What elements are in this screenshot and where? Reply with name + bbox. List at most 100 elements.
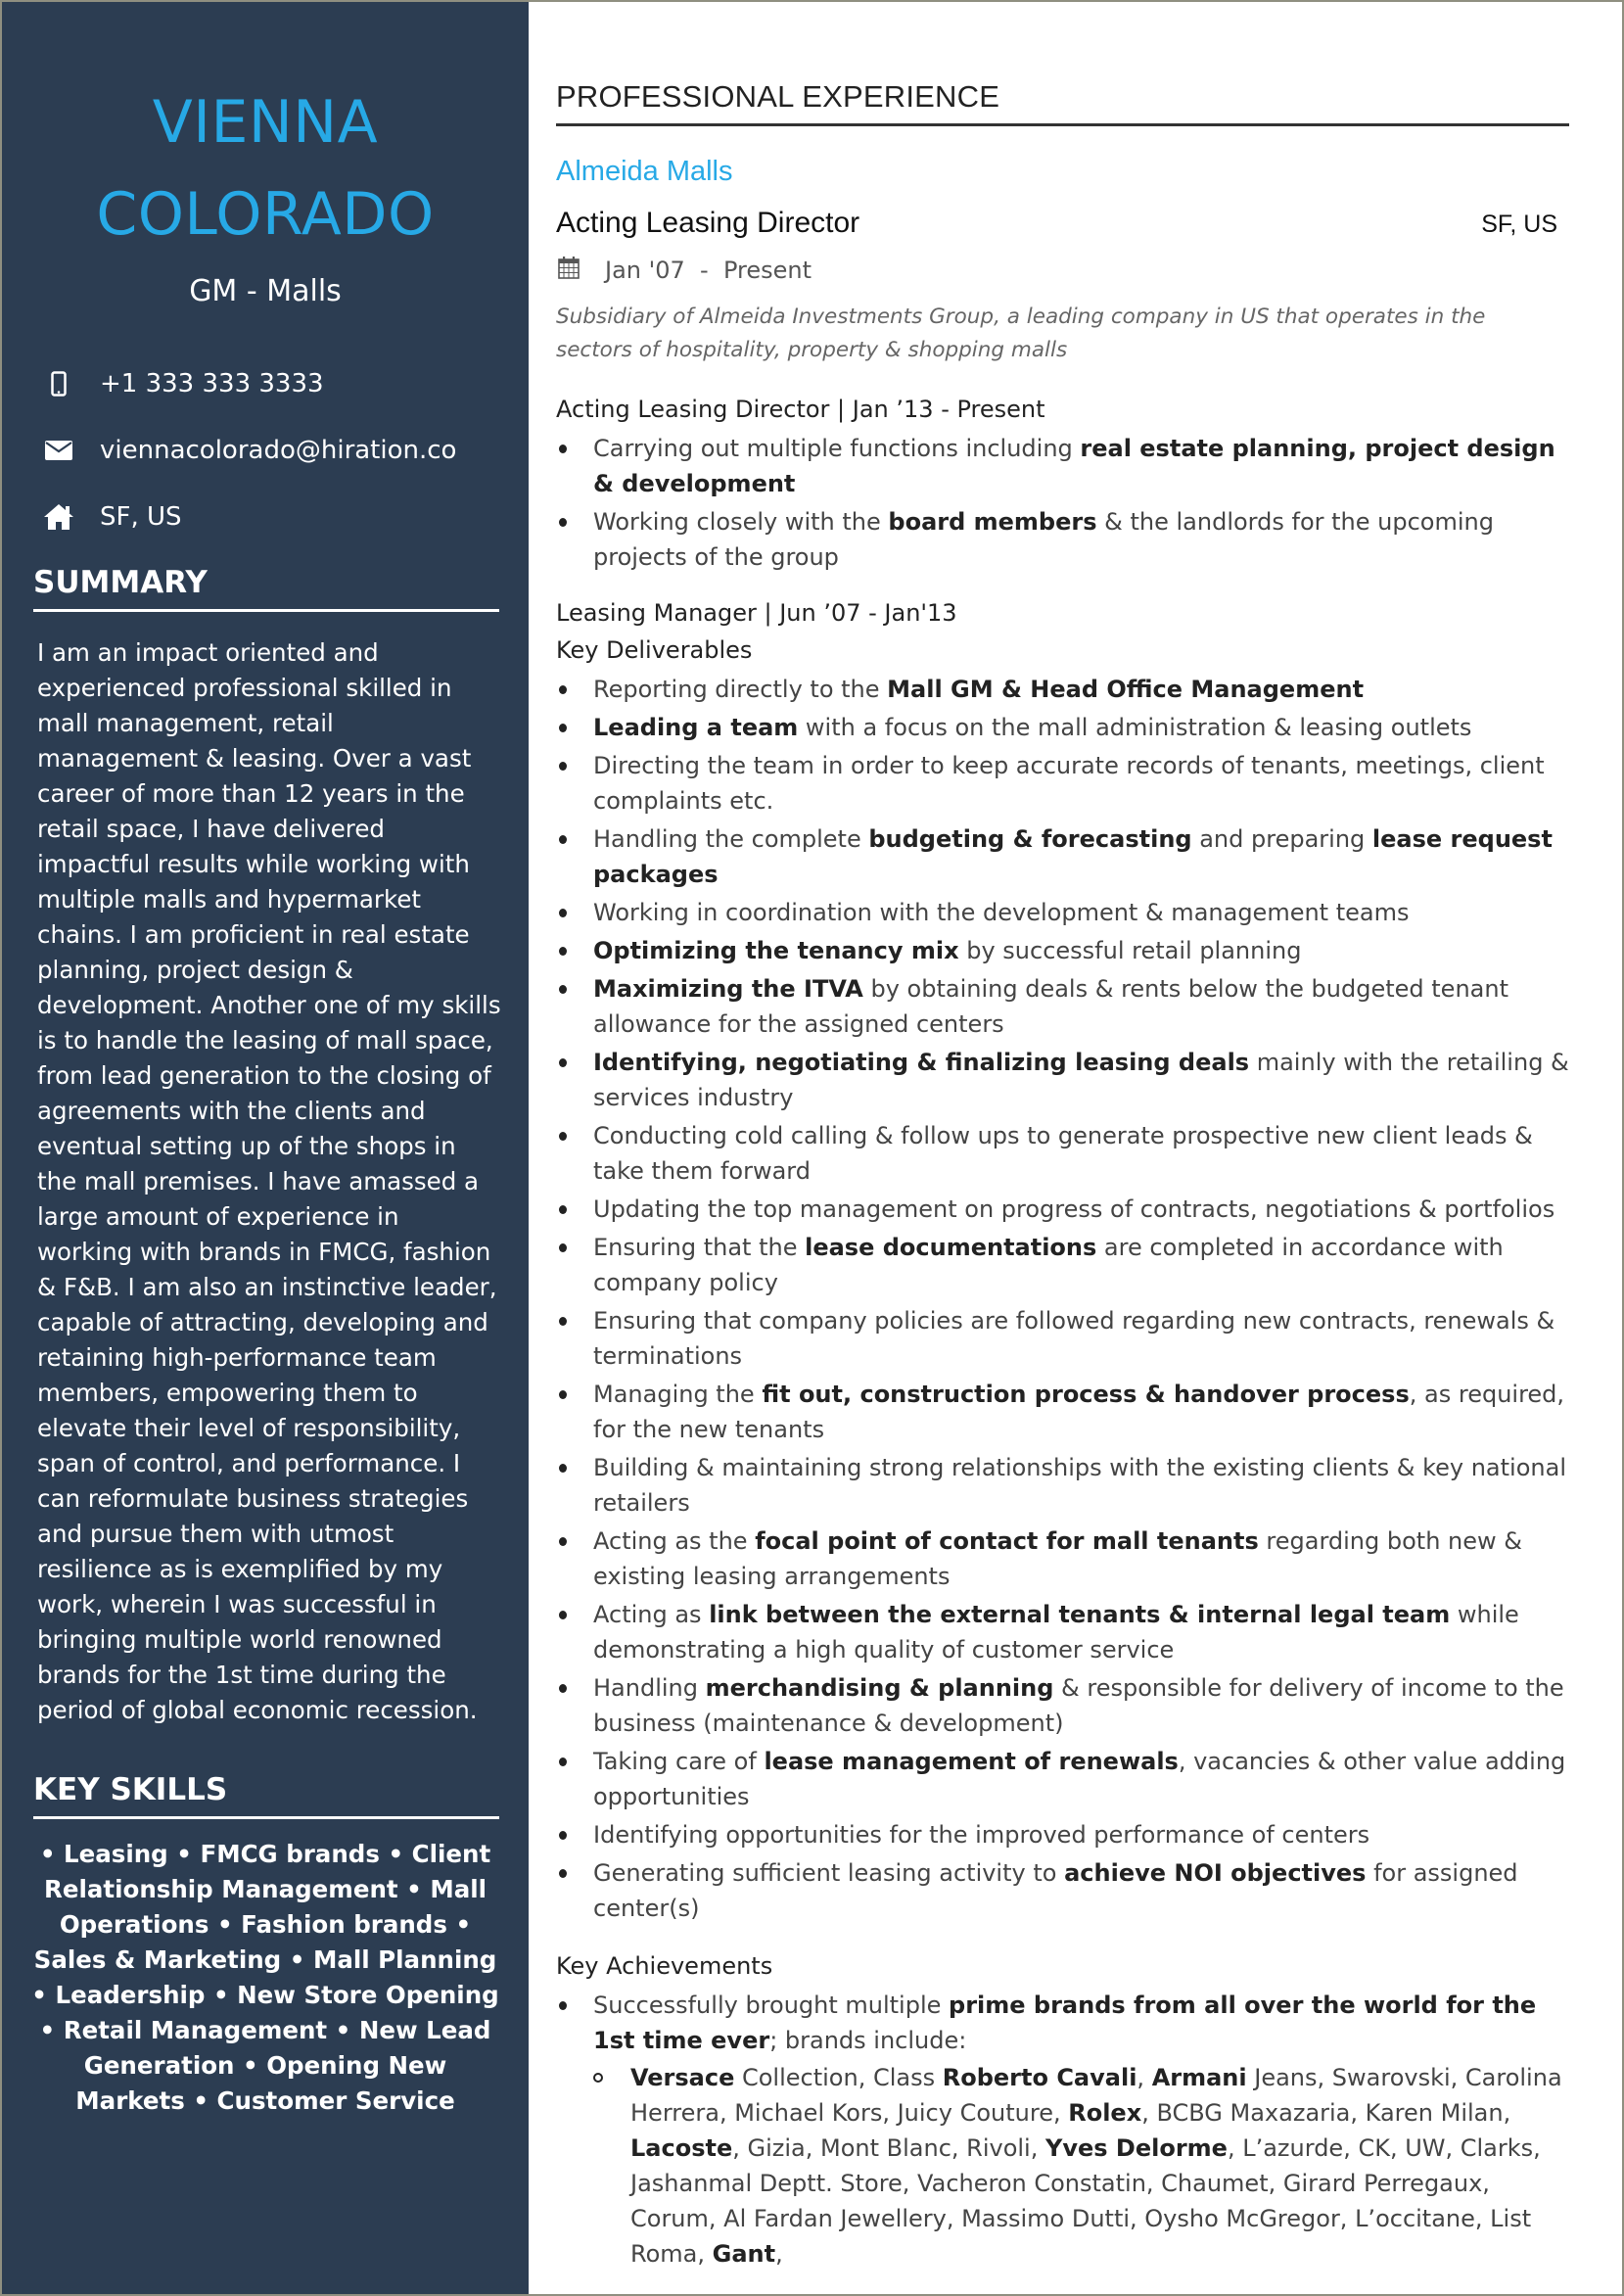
skill-item: • Fashion brands xyxy=(216,1910,456,1939)
skill-item: • Leasing xyxy=(39,1840,177,1868)
positions: Acting Leasing Director | Jan ’13 - Pres… xyxy=(556,391,1569,1926)
bold-text: lease documentations xyxy=(805,1234,1097,1261)
home-icon xyxy=(41,502,76,532)
candidate-name: VIENNA COLORADO xyxy=(2,76,529,260)
text-run: , Gizia, Mont Blanc, Rivoli, xyxy=(732,2134,1045,2162)
skill-item: • Customer Service xyxy=(193,2086,455,2115)
skills-list: • Leasing • FMCG brands • Client Relatio… xyxy=(25,1837,505,2119)
bold-text: Leading a team xyxy=(593,714,799,741)
bullet-item: Working closely with the board members &… xyxy=(556,504,1569,575)
bullet-item: Identifying, negotiating & finalizing le… xyxy=(556,1045,1569,1115)
achievements-list: Successfully brought multiple prime bran… xyxy=(556,1988,1569,2272)
bold-text: focal point of contact for mall tenants xyxy=(755,1527,1259,1555)
bullet-item: Identifying opportunities for the improv… xyxy=(556,1817,1569,1852)
calendar-icon xyxy=(558,256,580,285)
bold-text: Roberto Cavali xyxy=(942,2064,1137,2091)
bullet-list: Carrying out multiple functions includin… xyxy=(556,431,1569,575)
experience-heading: PROFESSIONAL EXPERIENCE xyxy=(556,76,1569,126)
text-run: Reporting directly to the xyxy=(593,676,888,703)
bullet-item: Optimizing the tenancy mix by successful… xyxy=(556,933,1569,968)
resume-page: VIENNA COLORADO GM - Malls +1 333 333 33… xyxy=(0,0,1624,2296)
text-run: , BCBG Maxazaria, Karen Milan, xyxy=(1141,2099,1511,2127)
employment-dates: Jan '07 - Present xyxy=(556,256,1569,285)
position-subtitle: Key Deliverables xyxy=(556,636,753,664)
name-first: VIENNA xyxy=(152,88,379,157)
bold-text: link between the external tenants & inte… xyxy=(709,1601,1451,1628)
bold-text: Optimizing the tenancy mix xyxy=(593,937,959,964)
contact-phone: +1 333 333 3333 xyxy=(41,351,529,417)
role-title: Acting Leasing Director xyxy=(556,207,860,239)
position-title: Acting Leasing Director | Jan ’13 - Pres… xyxy=(556,396,1045,423)
sidebar: VIENNA COLORADO GM - Malls +1 333 333 33… xyxy=(2,2,529,2294)
name-last: COLORADO xyxy=(96,180,435,249)
role-location: SF, US xyxy=(1481,211,1557,238)
text-run: Acting as the xyxy=(593,1527,756,1555)
text-run: Handling xyxy=(593,1674,706,1702)
bullet-item: Leading a team with a focus on the mall … xyxy=(556,710,1569,745)
bullet-item: Handling the complete budgeting & foreca… xyxy=(556,821,1569,892)
bullet-item: Maximizing the ITVA by obtaining deals &… xyxy=(556,971,1569,1042)
position-title: Leasing Manager | Jun ’07 - Jan'13 xyxy=(556,599,957,627)
text-run: Updating the top management on progress … xyxy=(593,1195,1555,1223)
skill-item: • New Store Opening xyxy=(212,1981,499,2009)
bold-text: Versace xyxy=(630,2064,735,2091)
envelope-icon xyxy=(41,436,76,465)
candidate-headline: GM - Malls xyxy=(189,274,342,308)
text-run: Conducting cold calling & follow ups to … xyxy=(593,1122,1533,1185)
skill-item: • FMCG brands xyxy=(176,1840,389,1868)
bold-text: board members xyxy=(888,508,1097,536)
bullet-item: Working in coordination with the develop… xyxy=(556,895,1569,930)
email-address[interactable]: viennacolorado@hiration.co xyxy=(100,436,456,465)
text-run: Ensuring that company policies are follo… xyxy=(593,1307,1555,1370)
brand-list-item: Versace Collection, Class Roberto Cavali… xyxy=(593,2060,1569,2272)
bold-text: fit out, construction process & handover… xyxy=(762,1381,1410,1408)
contact-email: viennacolorado@hiration.co xyxy=(41,417,529,484)
bullet-item: Acting as the focal point of contact for… xyxy=(556,1523,1569,1594)
text-run: Generating sufficient leasing activity t… xyxy=(593,1859,1065,1887)
company-name: Almeida Malls xyxy=(556,156,733,187)
bold-text: Maximizing the ITVA xyxy=(593,975,863,1003)
bold-text: Lacoste xyxy=(630,2134,733,2162)
text-run: Directing the team in order to keep accu… xyxy=(593,752,1545,815)
bullet-item: Taking care of lease management of renew… xyxy=(556,1744,1569,1814)
skill-item: • Retail Management xyxy=(39,2016,336,2044)
text-run: and preparing xyxy=(1191,825,1372,853)
bold-text: achieve NOI objectives xyxy=(1064,1859,1367,1887)
text-run: Building & maintaining strong relationsh… xyxy=(593,1454,1566,1517)
text-run: with a focus on the mall administration … xyxy=(798,714,1472,741)
text-run: Identifying opportunities for the improv… xyxy=(593,1821,1370,1849)
bullet-item: Conducting cold calling & follow ups to … xyxy=(556,1118,1569,1189)
contact-location: SF, US xyxy=(41,484,529,550)
text-run: Carrying out multiple functions includin… xyxy=(593,435,1081,462)
bullet-item: Generating sufficient leasing activity t… xyxy=(556,1855,1569,1926)
text-run: Collection, Class xyxy=(734,2064,943,2091)
text-run: by successful retail planning xyxy=(958,937,1302,964)
brand-list: Versace Collection, Class Roberto Cavali… xyxy=(593,2060,1569,2272)
bold-text: merchandising & planning xyxy=(705,1674,1054,1702)
text-run: ; brands include: xyxy=(769,2027,967,2054)
skills-heading: KEY SKILLS xyxy=(33,1769,499,1819)
bullet-item: Updating the top management on progress … xyxy=(556,1192,1569,1227)
bold-text: lease management of renewals xyxy=(764,1748,1179,1775)
bold-text: Rolex xyxy=(1068,2099,1142,2127)
contact-list: +1 333 333 3333 viennacolorado@hiration.… xyxy=(2,351,529,550)
skill-item: • Mall Planning xyxy=(289,1945,497,1974)
text-run: Successfully brought multiple xyxy=(593,1991,950,2019)
bullet-item: Building & maintaining strong relationsh… xyxy=(556,1450,1569,1521)
bold-text: Armani xyxy=(1151,2064,1247,2091)
mobile-phone-icon xyxy=(41,369,76,398)
bullet-item: Handling merchandising & planning & resp… xyxy=(556,1670,1569,1741)
summary-heading: SUMMARY xyxy=(33,562,499,612)
text-run: Acting as xyxy=(593,1601,710,1628)
text-run: Managing the xyxy=(593,1381,763,1408)
bold-text: Gant xyxy=(712,2240,776,2268)
date-range: Jan '07 - Present xyxy=(605,257,812,284)
achievements-heading: Key Achievements xyxy=(556,1952,773,1980)
bullet-item: Directing the team in order to keep accu… xyxy=(556,748,1569,819)
bullet-item: Carrying out multiple functions includin… xyxy=(556,431,1569,501)
summary-text: I am an impact oriented and experienced … xyxy=(37,638,501,1724)
skill-item: • Leadership xyxy=(31,1981,213,2009)
phone-number[interactable]: +1 333 333 3333 xyxy=(100,369,324,398)
role-row: Acting Leasing Director SF, US xyxy=(556,207,1569,240)
text-run: Working in coordination with the develop… xyxy=(593,899,1410,926)
